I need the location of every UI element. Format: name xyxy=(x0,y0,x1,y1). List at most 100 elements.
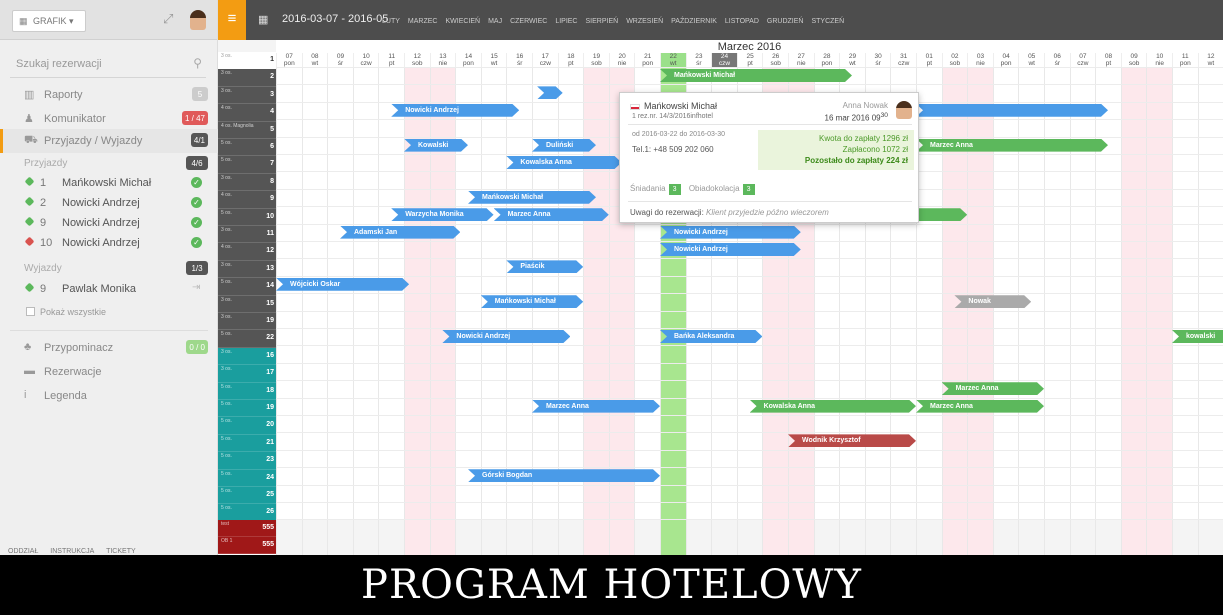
month-link[interactable]: LISTOPAD xyxy=(725,18,759,25)
reservation-bar[interactable]: Kowalska Anna xyxy=(506,156,622,169)
reservation-bar[interactable]: Nowicki Andrzej xyxy=(391,103,520,117)
day-header[interactable]: 25 pt xyxy=(736,53,763,67)
reservation-popup[interactable]: Mańkowski Michał 1 rez.nr. 14/3/2016infh… xyxy=(619,92,919,223)
day-header[interactable]: 21 pon xyxy=(634,53,660,67)
day-header[interactable]: 11 pon xyxy=(1172,53,1198,67)
reservation-bar[interactable]: Kowalska Anna xyxy=(749,399,916,413)
day-header[interactable]: 10 czw xyxy=(352,53,379,67)
month-link[interactable]: WRZESIEŃ xyxy=(626,18,663,25)
room-label[interactable]: 5 os. 20 xyxy=(218,417,276,435)
reservation-bar[interactable]: kowalski xyxy=(1172,330,1223,343)
day-header[interactable]: 13 nie xyxy=(429,53,456,67)
day-header[interactable]: 02 sob xyxy=(941,53,968,67)
date-range[interactable]: 2016-03-07 - 2016-05 xyxy=(282,13,388,25)
reservation-bar[interactable]: Nowicki Andrzej xyxy=(660,243,801,256)
day-header[interactable]: 28 pon xyxy=(813,53,840,67)
menu-item-przypominacz[interactable]: ♣ Przypominacz 0 / 0 xyxy=(0,336,218,360)
room-label[interactable]: 5 os. 25 xyxy=(218,487,276,505)
reservation-bar[interactable]: Marzec Anna xyxy=(941,382,1044,396)
month-link[interactable]: GRUDZIEŃ xyxy=(767,18,804,25)
day-header[interactable]: 22 wt xyxy=(660,53,686,67)
reservation-bar[interactable]: Bańka Aleksandra xyxy=(660,330,763,343)
month-link[interactable]: SIERPIEŃ xyxy=(586,18,619,25)
day-header[interactable]: 15 wt xyxy=(480,53,507,67)
month-link[interactable]: CZERWIEC xyxy=(510,18,547,25)
room-label[interactable]: 5 os. 21 xyxy=(218,434,276,453)
departure-item[interactable]: 9 Pawlak Monika ⇥ xyxy=(0,279,218,299)
reservation-bar[interactable]: Kowalski xyxy=(404,138,468,152)
day-header[interactable]: 14 pon xyxy=(455,53,481,67)
day-header[interactable]: 03 nie xyxy=(967,53,993,67)
arrival-item[interactable]: 10 Nowicki Andrzej ✓ xyxy=(0,233,218,253)
show-all-checkbox[interactable]: Pokaż wszystkie xyxy=(26,307,106,317)
month-link[interactable]: KWIECIEŃ xyxy=(445,18,480,25)
room-label[interactable]: 5 os. 7 xyxy=(218,156,276,174)
room-label[interactable]: 3 os. 1 xyxy=(218,52,276,70)
room-label[interactable]: 4 os. 9 xyxy=(218,191,276,209)
menu-item-rezerwacje[interactable]: ▬ Rezerwacje xyxy=(0,360,218,384)
day-header[interactable]: 09 sob xyxy=(1120,53,1147,67)
reservation-bar[interactable]: Nowicki Andrzej xyxy=(442,330,571,343)
check-icon[interactable]: ✓ xyxy=(191,237,202,248)
menu-item-przyjazdy-wyjazdy[interactable]: ⛟ Przyjazdy / Wyjazdy 4/1 xyxy=(0,129,218,153)
tab-instrukcja[interactable]: INSTRUKCJA xyxy=(50,548,94,555)
room-label[interactable]: test 555 xyxy=(218,520,276,537)
day-header[interactable]: 30 śr xyxy=(864,53,891,67)
room-label[interactable]: 3 os. 3 xyxy=(218,86,276,105)
day-header[interactable]: 29 wt xyxy=(839,53,865,67)
day-header[interactable]: 26 sob xyxy=(762,53,788,67)
room-label[interactable]: 3 os. 16 xyxy=(218,347,276,366)
room-label[interactable]: 5 os. 18 xyxy=(218,382,276,400)
reservation-bar[interactable]: Mańkowski Michał xyxy=(480,295,584,309)
day-header[interactable]: 06 śr xyxy=(1044,53,1070,67)
room-label[interactable]: 5 os. 23 xyxy=(218,452,276,470)
day-header[interactable]: 23 śr xyxy=(685,53,712,67)
reservation-bar[interactable]: Nowicki Andrzej xyxy=(660,225,801,239)
check-icon[interactable]: ✓ xyxy=(191,217,202,228)
day-header[interactable]: 20 nie xyxy=(608,53,635,67)
day-header[interactable]: 12 wt xyxy=(1197,53,1223,67)
room-label[interactable]: 3 os. 17 xyxy=(218,365,276,383)
day-header[interactable]: 08 pt xyxy=(1095,53,1121,67)
reservation-bar[interactable]: Nowak xyxy=(954,295,1032,309)
room-label[interactable]: OB 1 555 xyxy=(218,537,276,554)
reservation-bar[interactable]: Adamski Jan xyxy=(340,225,461,239)
grafik-dropdown[interactable]: ▦ GRAFIK ▾ xyxy=(12,10,86,32)
room-label[interactable]: 3 os. 15 xyxy=(218,295,276,313)
room-label[interactable]: 5 os. 14 xyxy=(218,278,276,296)
day-header[interactable]: 10 nie xyxy=(1146,53,1172,67)
menu-item-komunikator[interactable]: ♟ Komunikator 1 / 47 xyxy=(0,107,218,131)
check-icon[interactable]: ✓ xyxy=(191,197,202,208)
reservation-bar[interactable]: Marzec Anna xyxy=(493,208,609,222)
room-label[interactable]: 5 os. 22 xyxy=(218,330,276,348)
day-header[interactable]: 31 czw xyxy=(890,53,916,67)
day-header[interactable]: 12 sob xyxy=(404,53,430,67)
room-label[interactable]: 3 os. 13 xyxy=(218,260,276,279)
day-header[interactable]: 01 pt xyxy=(916,53,942,67)
menu-item-legenda[interactable]: i Legenda xyxy=(0,384,218,408)
reservation-bar[interactable]: Marzec Anna xyxy=(916,399,1044,413)
month-link[interactable]: LUTY xyxy=(382,18,400,25)
reservation-bar[interactable]: Warzycha Monika xyxy=(391,208,494,222)
month-link[interactable]: MARZEC xyxy=(408,18,438,25)
arrival-item[interactable]: 2 Nowicki Andrzej ✓ xyxy=(0,193,218,213)
expand-icon[interactable]: ⤢ xyxy=(163,11,173,27)
checkbox-box[interactable] xyxy=(26,307,35,316)
room-label[interactable]: 5 os. 19 xyxy=(218,400,276,418)
day-header[interactable]: 16 śr xyxy=(506,53,532,67)
room-label[interactable]: 5 os. 10 xyxy=(218,208,276,226)
day-header[interactable]: 09 śr xyxy=(327,53,353,67)
reservation-bar[interactable]: Piaścik xyxy=(506,260,584,274)
month-link[interactable]: MAJ xyxy=(488,18,502,25)
arrival-item[interactable]: 1 Mańkowski Michał ✓ xyxy=(0,173,218,193)
day-header[interactable]: 17 czw xyxy=(532,53,558,67)
logout-icon[interactable]: ⇥ xyxy=(192,282,200,293)
room-label[interactable]: 5 os. 24 xyxy=(218,469,276,487)
reservation-bar[interactable]: Wójcicki Oskar xyxy=(276,277,410,291)
room-label[interactable]: 3 os. 19 xyxy=(218,313,276,331)
reservation-bar[interactable]: Mańkowski Michał xyxy=(660,69,852,82)
search-icon[interactable]: ⚲ xyxy=(193,56,202,70)
reservation-bar[interactable]: Marzec Anna xyxy=(916,138,1108,152)
month-link[interactable]: PAŹDZIERNIK xyxy=(671,18,717,25)
menu-item-raporty[interactable]: ▥ Raporty 5 xyxy=(0,83,218,107)
